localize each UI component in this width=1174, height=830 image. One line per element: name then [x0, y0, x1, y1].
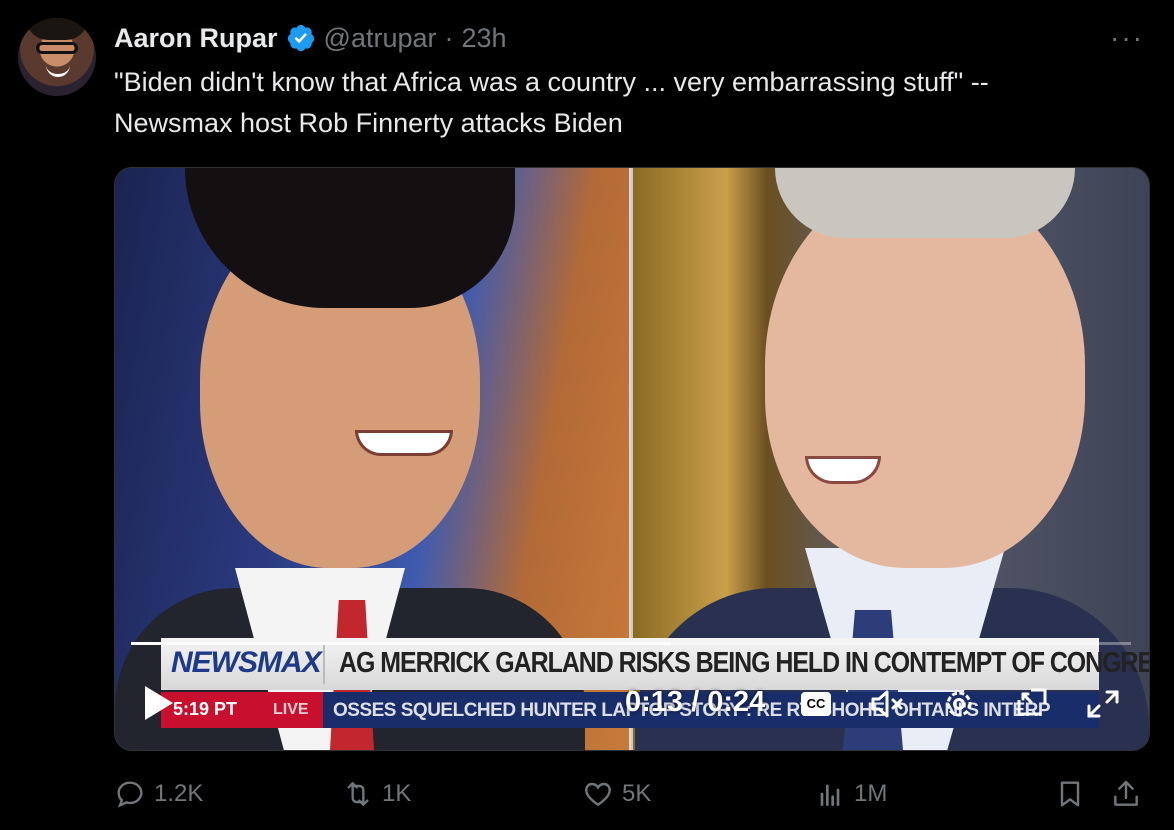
avatar-glasses	[36, 42, 78, 54]
views-button[interactable]: 1M	[814, 778, 887, 810]
views-icon	[820, 784, 840, 806]
video-progress-fill	[131, 642, 671, 645]
heart-icon	[585, 782, 611, 807]
right-person-hair	[775, 168, 1075, 238]
avatar-hair	[26, 18, 88, 40]
like-count: 5K	[622, 780, 652, 807]
video-time-readout: 0:13 / 0:24	[625, 686, 766, 718]
tweet-body: "Biden didn't know that Africa was a cou…	[114, 62, 1144, 144]
author-avatar[interactable]	[18, 18, 96, 96]
repost-icon	[347, 782, 369, 806]
post-timestamp[interactable]: 23h	[462, 23, 507, 54]
fullscreen-icon[interactable]	[1083, 686, 1123, 722]
tweet-text-line-2: Newsmax host Rob Finnerty attacks Biden	[114, 108, 623, 138]
play-icon[interactable]	[145, 686, 173, 720]
repost-count: 1K	[382, 780, 412, 807]
tweet-header: Aaron Rupar @atrupar · 23h	[114, 20, 507, 56]
reply-icon	[117, 781, 143, 808]
avatar-smile	[46, 64, 70, 77]
settings-icon[interactable]	[939, 686, 979, 722]
tweet-action-bar: 1.2K 1K 5K 1M	[114, 778, 1154, 814]
share-icon	[1114, 780, 1138, 806]
verified-badge-icon[interactable]	[286, 23, 316, 53]
video-player[interactable]: NEWSMAX AG MERRICK GARLAND RISKS BEING H…	[114, 167, 1150, 751]
lower-third-headline-bar: NEWSMAX AG MERRICK GARLAND RISKS BEING H…	[161, 638, 1149, 690]
bookmark-icon	[1060, 781, 1080, 807]
more-options-icon[interactable]: ···	[1110, 22, 1144, 54]
reply-button[interactable]: 1.2K	[114, 778, 203, 810]
share-button[interactable]	[1110, 778, 1142, 810]
lower-third-separator	[323, 644, 325, 684]
closed-captions-icon[interactable]: CC	[801, 692, 831, 716]
picture-in-picture-icon[interactable]	[1011, 686, 1051, 722]
live-badge: LIVE	[273, 701, 309, 718]
reply-count: 1.2K	[154, 780, 204, 807]
newsmax-logo: NEWSMAX	[171, 646, 322, 679]
mute-icon[interactable]	[867, 686, 907, 722]
repost-button[interactable]: 1K	[342, 778, 411, 810]
author-handle[interactable]: @atrupar	[324, 23, 437, 54]
left-person-smile	[355, 430, 453, 456]
views-count: 1M	[854, 780, 888, 807]
bookmark-button[interactable]	[1054, 778, 1086, 810]
lower-third-clock-box: 5:19 PT LIVE	[161, 692, 323, 728]
like-button[interactable]: 5K	[582, 778, 651, 810]
video-progress-bar[interactable]	[131, 642, 1131, 645]
lower-third-headline: AG MERRICK GARLAND RISKS BEING HELD IN C…	[339, 647, 1150, 679]
author-name[interactable]: Aaron Rupar	[114, 23, 278, 54]
header-separator: ·	[444, 22, 454, 53]
tweet-text-line-1: "Biden didn't know that Africa was a cou…	[114, 67, 989, 97]
lower-third-clock: 5:19 PT	[173, 699, 238, 719]
